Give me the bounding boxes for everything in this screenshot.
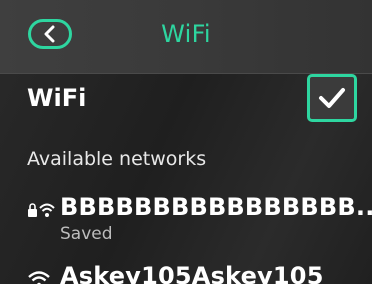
network-ssid: Askey105Askey105 — [60, 262, 324, 284]
wifi-lock-icon — [28, 203, 55, 217]
wifi-icon — [28, 271, 50, 284]
page-title: WiFi — [161, 20, 211, 48]
wifi-toggle-checkbox[interactable] — [307, 74, 357, 122]
top-bar: WiFi — [0, 0, 372, 74]
network-status: Saved — [60, 224, 113, 244]
wifi-toggle-label: WiFi — [27, 84, 87, 112]
checkmark-icon — [319, 88, 345, 108]
wifi-settings-screen: WiFi WiFi Available networks BBBBBBBBBBB… — [0, 0, 372, 284]
available-networks-heading: Available networks — [27, 148, 207, 170]
network-ssid: BBBBBBBBBBBBBBBB... — [60, 193, 372, 221]
